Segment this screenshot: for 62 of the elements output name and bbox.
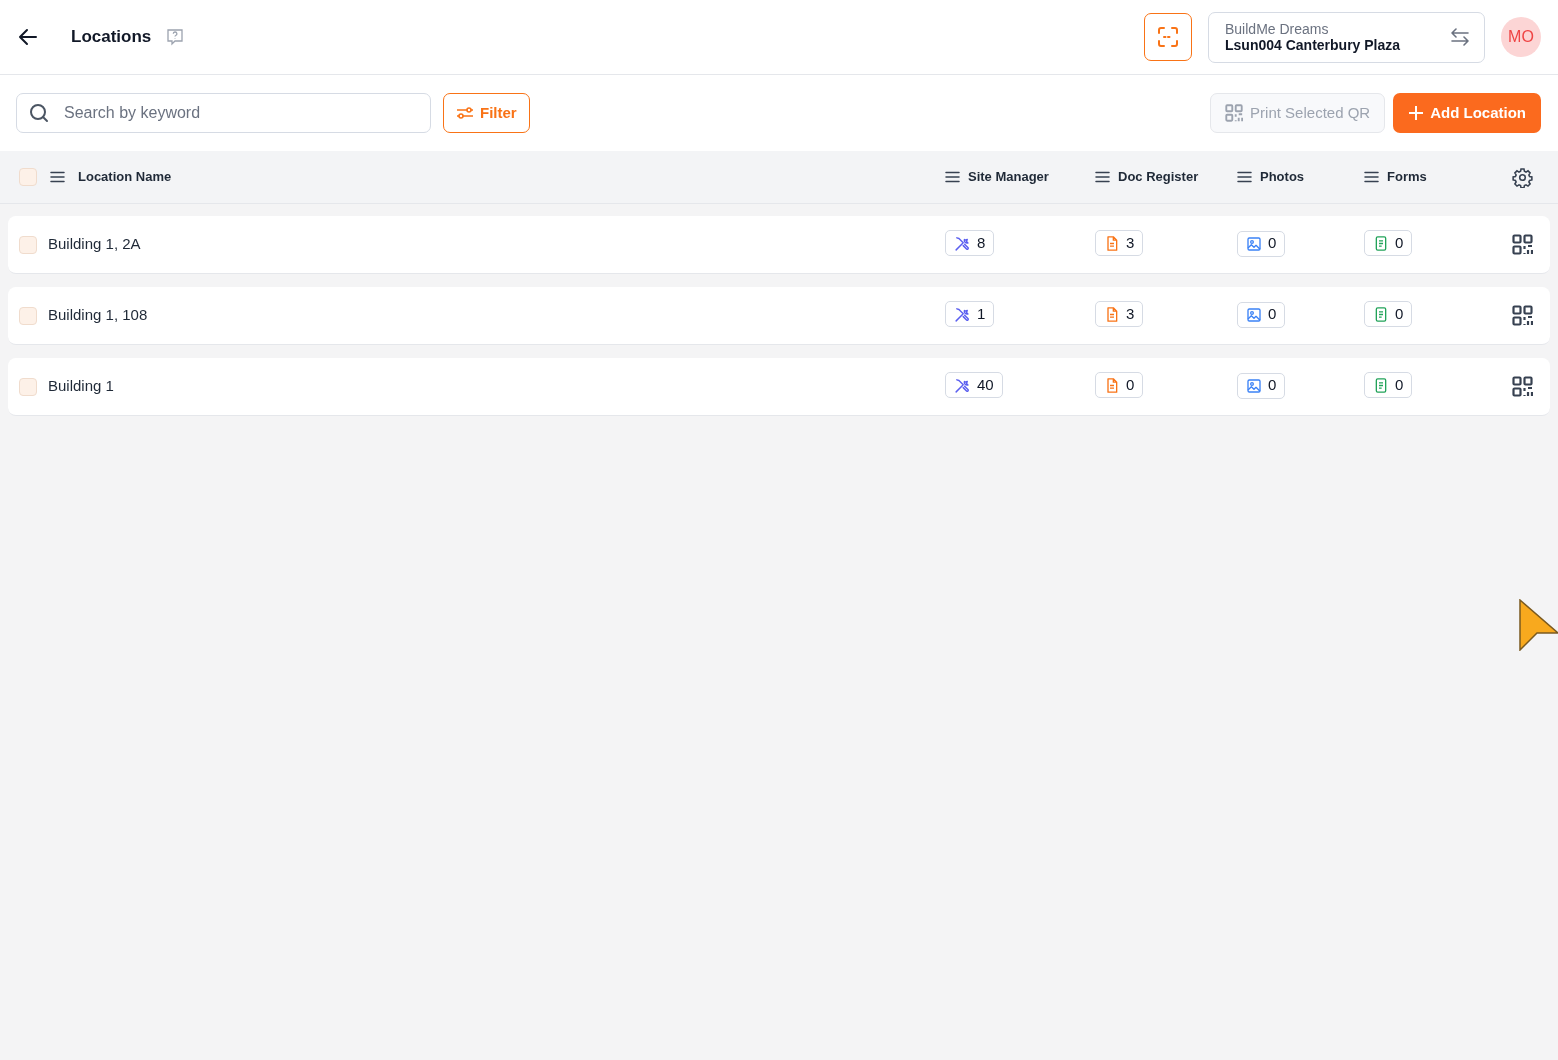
menu-icon[interactable] <box>50 171 65 183</box>
image-icon <box>1246 306 1262 323</box>
checkbox[interactable] <box>19 168 37 186</box>
qr-code-icon <box>1225 104 1244 122</box>
scan-button[interactable] <box>1144 13 1192 61</box>
count-chip[interactable]: 0 <box>1364 372 1413 399</box>
project-selector[interactable]: BuildMe Dreams Lsun004 Canterbury Plaza <box>1208 11 1485 63</box>
count-chip[interactable]: 0 <box>1364 301 1413 328</box>
count-chip[interactable]: 0 <box>1237 301 1286 328</box>
count-chip[interactable]: 3 <box>1095 301 1144 328</box>
location-row[interactable]: Building 1, 2A 8 3 0 0 <box>8 216 1550 274</box>
count-chip[interactable]: 8 <box>945 230 995 257</box>
search-icon <box>29 103 49 123</box>
checkbox[interactable] <box>19 377 37 396</box>
count-chip[interactable]: 0 <box>1095 372 1144 399</box>
form-icon <box>1373 234 1389 252</box>
location-name: Building 1, 2A <box>48 234 141 255</box>
location-row[interactable]: Building 1 40 0 0 0 <box>8 358 1550 416</box>
search-field[interactable]: Search by keyword <box>16 93 431 133</box>
column-header[interactable]: Location Name <box>78 167 172 187</box>
project-name: Lsun004 Canterbury Plaza <box>1225 37 1402 53</box>
pointer-cursor-icon <box>1519 599 1558 651</box>
menu-icon[interactable] <box>1095 171 1110 183</box>
document-icon <box>1104 305 1120 323</box>
column-header[interactable]: Forms <box>1387 167 1427 187</box>
page-title: Locations <box>71 26 152 49</box>
qr-code-icon[interactable] <box>1512 305 1533 326</box>
back-arrow-icon[interactable] <box>18 28 38 46</box>
form-icon <box>1373 376 1389 394</box>
count-chip[interactable]: 0 <box>1237 230 1286 257</box>
form-icon <box>1373 305 1389 323</box>
count-chip[interactable]: 40 <box>945 372 1003 399</box>
image-icon <box>1246 235 1262 252</box>
count-chip[interactable]: 1 <box>945 301 995 328</box>
document-icon <box>1104 234 1120 252</box>
column-header[interactable]: Photos <box>1260 167 1305 187</box>
qr-code-icon[interactable] <box>1512 234 1533 255</box>
menu-icon[interactable] <box>1237 171 1252 183</box>
swap-icon <box>1450 28 1470 46</box>
sliders-icon <box>456 106 474 120</box>
count-chip[interactable]: 0 <box>1364 230 1413 257</box>
count-chip[interactable]: 0 <box>1237 372 1286 399</box>
qr-code-icon[interactable] <box>1512 376 1533 397</box>
checkbox[interactable] <box>19 306 37 325</box>
location-name: Building 1 <box>48 376 114 397</box>
checkbox[interactable] <box>19 235 37 254</box>
settings-icon[interactable] <box>1512 166 1533 188</box>
tools-icon <box>954 305 971 323</box>
document-icon <box>1104 376 1120 394</box>
image-icon <box>1246 377 1262 394</box>
company-name: BuildMe Dreams <box>1225 21 1330 37</box>
menu-icon[interactable] <box>945 171 960 183</box>
location-row[interactable]: Building 1, 108 1 3 0 0 <box>8 287 1550 345</box>
tools-icon <box>954 234 971 252</box>
tools-icon <box>954 376 971 394</box>
column-header[interactable]: Doc Register <box>1118 167 1199 187</box>
column-header[interactable]: Site Manager <box>968 167 1049 187</box>
plus-icon <box>1408 105 1425 121</box>
scan-icon <box>1157 26 1179 48</box>
count-chip[interactable]: 3 <box>1095 230 1144 257</box>
menu-icon[interactable] <box>1364 171 1379 183</box>
location-name: Building 1, 108 <box>48 305 148 326</box>
